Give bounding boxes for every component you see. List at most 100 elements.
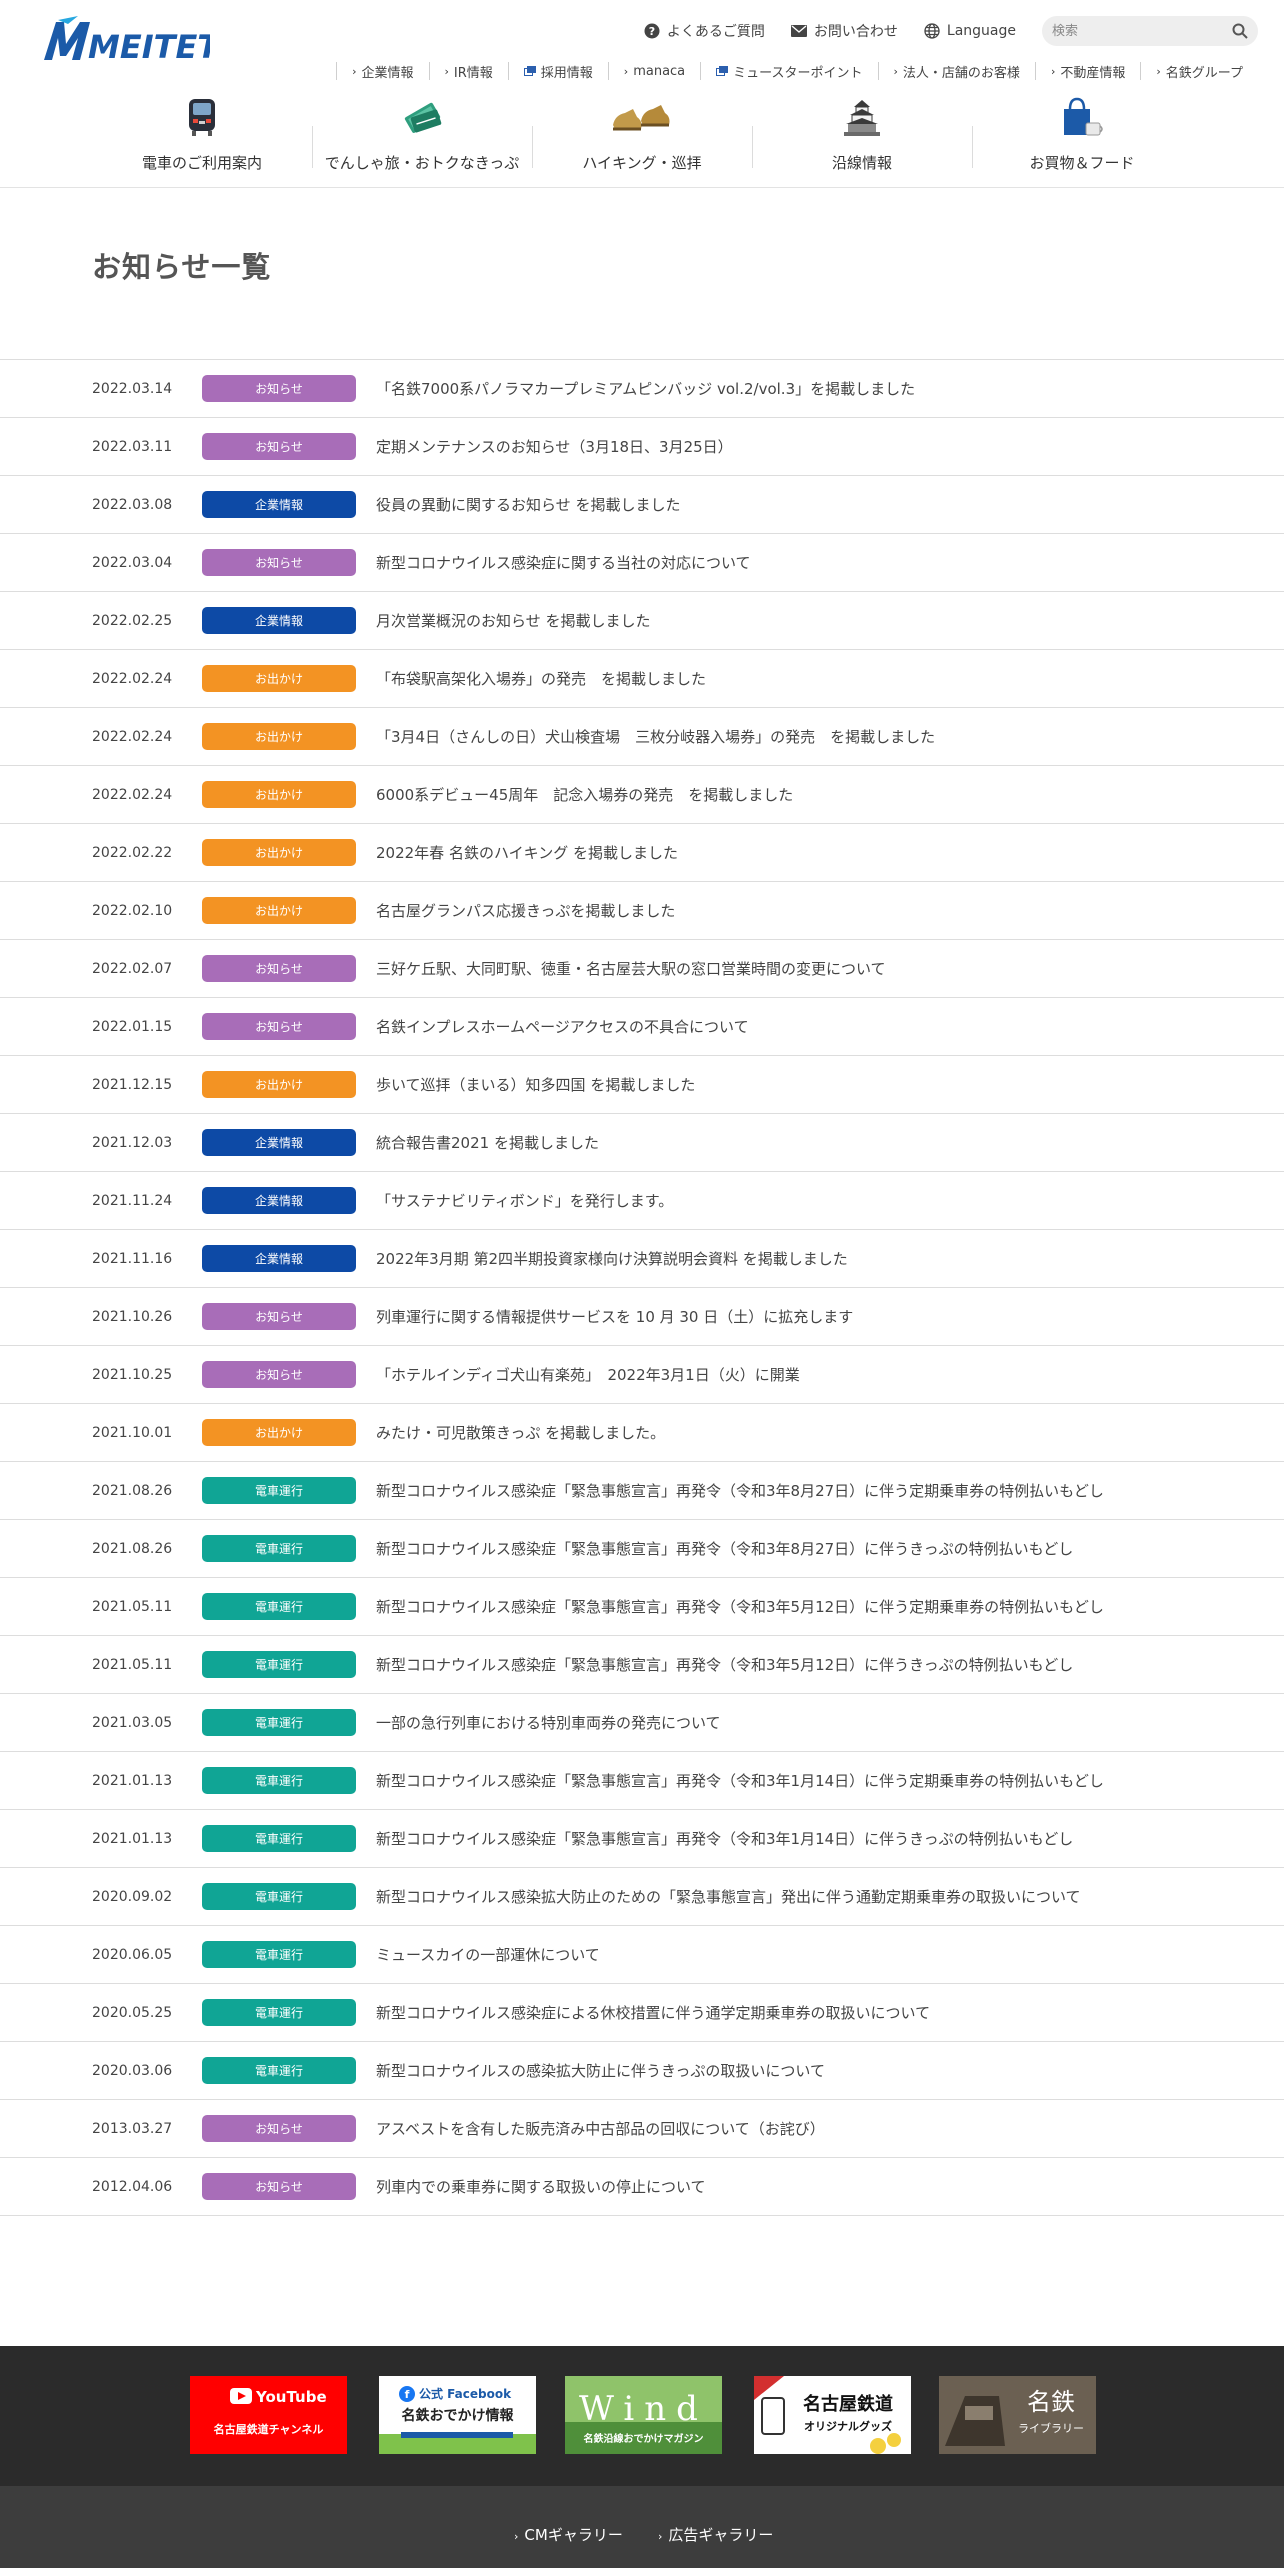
news-title-link[interactable]: 新型コロナウイルス感染症「緊急事態宣言」再発令（令和3年8月27日）に伴う定期乗… bbox=[376, 1480, 1104, 1501]
mainnav-shopping-food[interactable]: お買物＆フード bbox=[972, 90, 1192, 176]
news-row[interactable]: 2020.05.25 電車運行 新型コロナウイルス感染症による休校措置に伴う通学定期… bbox=[0, 1984, 1284, 2042]
original-goods-banner[interactable]: 名古屋鉄道 オリジナルグッズ bbox=[754, 2376, 911, 2454]
news-date: 2022.03.11 bbox=[92, 438, 173, 455]
news-title-link[interactable]: 三好ケ丘駅、大同町駅、徳重・名古屋芸大駅の窓口営業時間の変更について bbox=[376, 958, 886, 979]
news-title-link[interactable]: 列車内での乗車券に関する取扱いの停止について bbox=[376, 2176, 706, 2197]
wind-banner[interactable]: Wind 名鉄沿線おでかけマガジン bbox=[565, 2376, 722, 2454]
category-badge: 電車運行 bbox=[202, 1593, 356, 1620]
news-row[interactable]: 2022.02.25 企業情報 月次営業概況のお知らせ を掲載しました bbox=[0, 592, 1284, 650]
footer-link-label: CMギャラリー bbox=[524, 2526, 623, 2544]
news-row[interactable]: 2021.05.11 電車運行 新型コロナウイルス感染症「緊急事態宣言」再発令（令和… bbox=[0, 1636, 1284, 1694]
news-row[interactable]: 2022.03.11 お知らせ 定期メンテナンスのお知らせ（3月18日、3月25日） bbox=[0, 418, 1284, 476]
news-row[interactable]: 2021.05.11 電車運行 新型コロナウイルス感染症「緊急事態宣言」再発令（令和… bbox=[0, 1578, 1284, 1636]
news-row[interactable]: 2013.03.27 お知らせ アスベストを含有した販売済み中古部品の回収について（… bbox=[0, 2100, 1284, 2158]
faq-link[interactable]: ? よくあるご質問 bbox=[644, 21, 765, 41]
subnav-corporate[interactable]: › 企業情報 bbox=[336, 62, 428, 81]
news-title-link[interactable]: 新型コロナウイルス感染症「緊急事態宣言」再発令（令和3年8月27日）に伴うきっぷ… bbox=[376, 1538, 1073, 1559]
svg-text:f: f bbox=[405, 2388, 410, 2401]
news-title-link[interactable]: 2022年3月期 第2四半期投資家様向け決算説明会資料 を掲載しました bbox=[376, 1248, 848, 1269]
subnav-group[interactable]: › 名鉄グループ bbox=[1140, 62, 1258, 81]
news-title-link[interactable]: 新型コロナウイルスの感染拡大防止に伴うきっぷの取扱いについて bbox=[376, 2060, 825, 2081]
news-date: 2021.12.15 bbox=[92, 1076, 173, 1093]
meitetsu-logo[interactable]: MEITETSU bbox=[40, 14, 210, 66]
news-row[interactable]: 2021.10.25 お知らせ 「ホテルインディゴ犬山有楽苑」 2022年3月1日（… bbox=[0, 1346, 1284, 1404]
news-title-link[interactable]: 統合報告書2021 を掲載しました bbox=[376, 1132, 599, 1153]
news-row[interactable]: 2020.03.06 電車運行 新型コロナウイルスの感染拡大防止に伴うきっぷの取扱い… bbox=[0, 2042, 1284, 2100]
news-title-link[interactable]: 新型コロナウイルス感染症「緊急事態宣言」再発令（令和3年5月12日）に伴うきっぷ… bbox=[376, 1654, 1073, 1675]
news-title-link[interactable]: 月次営業概況のお知らせ を掲載しました bbox=[376, 610, 650, 631]
news-title-link[interactable]: 新型コロナウイルス感染症「緊急事態宣言」再発令（令和3年5月12日）に伴う定期乗… bbox=[376, 1596, 1104, 1617]
news-title-link[interactable]: 「3月4日（さんしの日）犬山検査場 三枚分岐器入場券」の発売 を掲載しました bbox=[376, 726, 935, 747]
news-title-link[interactable]: 2022年春 名鉄のハイキング を掲載しました bbox=[376, 842, 678, 863]
news-title-link[interactable]: 「ホテルインディゴ犬山有楽苑」 2022年3月1日（火）に開業 bbox=[376, 1364, 800, 1385]
subnav-recruit[interactable]: 採用情報 bbox=[507, 62, 608, 81]
news-row[interactable]: 2022.02.22 お出かけ 2022年春 名鉄のハイキング を掲載しました bbox=[0, 824, 1284, 882]
news-row[interactable]: 2021.01.13 電車運行 新型コロナウイルス感染症「緊急事態宣言」再発令（令和… bbox=[0, 1810, 1284, 1868]
mainnav-trip-tickets[interactable]: でんしゃ旅・おトクなきっぷ bbox=[312, 90, 532, 176]
mainnav-area-info[interactable]: 沿線情報 bbox=[752, 90, 972, 176]
news-row[interactable]: 2021.12.15 お出かけ 歩いて巡拝（まいる）知多四国 を掲載しました bbox=[0, 1056, 1284, 1114]
search-input[interactable] bbox=[1042, 16, 1258, 46]
news-row[interactable]: 2021.01.13 電車運行 新型コロナウイルス感染症「緊急事態宣言」再発令（令和… bbox=[0, 1752, 1284, 1810]
language-link[interactable]: Language bbox=[924, 23, 1016, 39]
youtube-banner[interactable]: YouTube 名古屋鉄道チャンネル bbox=[190, 2376, 347, 2454]
news-title-link[interactable]: 名鉄インプレスホームページアクセスの不具合について bbox=[376, 1016, 749, 1037]
news-row[interactable]: 2022.03.04 お知らせ 新型コロナウイルス感染症に関する当社の対応について bbox=[0, 534, 1284, 592]
news-row[interactable]: 2021.11.24 企業情報 「サステナビリティボンド」を発行します。 bbox=[0, 1172, 1284, 1230]
svg-text:公式 Facebook: 公式 Facebook bbox=[419, 2386, 512, 2401]
news-row[interactable]: 2022.03.14 お知らせ 「名鉄7000系パノラマカープレミアムピンバッジ v… bbox=[0, 360, 1284, 418]
news-row[interactable]: 2021.10.01 お出かけ みたけ・可児散策きっぷ を掲載しました。 bbox=[0, 1404, 1284, 1462]
subnav-label: 名鉄グループ bbox=[1165, 65, 1243, 81]
news-title-link[interactable]: 定期メンテナンスのお知らせ（3月18日、3月25日） bbox=[376, 436, 733, 457]
subnav-business[interactable]: › 法人・店舗のお客様 bbox=[877, 62, 1035, 81]
news-title-link[interactable]: 新型コロナウイルス感染症「緊急事態宣言」再発令（令和3年1月14日）に伴う定期乗… bbox=[376, 1770, 1104, 1791]
news-title-link[interactable]: みたけ・可児散策きっぷ を掲載しました。 bbox=[376, 1422, 665, 1443]
mainnav-train-guide[interactable]: 電車のご利用案内 bbox=[92, 90, 312, 176]
news-title-link[interactable]: 列車運行に関する情報提供サービスを 10 月 30 日（土）に拡充します bbox=[376, 1306, 853, 1327]
news-title-link[interactable]: 新型コロナウイルス感染症に関する当社の対応について bbox=[376, 552, 751, 573]
news-title-link[interactable]: 一部の急行列車における特別車両券の発売について bbox=[376, 1712, 721, 1733]
mainnav-hiking[interactable]: ハイキング・巡拝 bbox=[532, 90, 752, 176]
news-title-link[interactable]: ミュースカイの一部運休について bbox=[376, 1944, 600, 1965]
news-row[interactable]: 2020.06.05 電車運行 ミュースカイの一部運休について bbox=[0, 1926, 1284, 1984]
subnav-real-estate[interactable]: › 不動産情報 bbox=[1034, 62, 1140, 81]
news-row[interactable]: 2022.02.24 お出かけ 6000系デビュー45周年 記念入場券の発売 を掲載… bbox=[0, 766, 1284, 824]
news-title-link[interactable]: 新型コロナウイルス感染拡大防止のための「緊急事態宣言」発出に伴う通勤定期乗車券の… bbox=[376, 1886, 1081, 1907]
news-row[interactable]: 2021.08.26 電車運行 新型コロナウイルス感染症「緊急事態宣言」再発令（令和… bbox=[0, 1520, 1284, 1578]
footer-ad-gallery-link[interactable]: › 広告ギャラリー bbox=[658, 2524, 773, 2545]
news-row[interactable]: 2022.02.24 お出かけ 「3月4日（さんしの日）犬山検査場 三枚分岐器入場券… bbox=[0, 708, 1284, 766]
news-row[interactable]: 2021.11.16 企業情報 2022年3月期 第2四半期投資家様向け決算説明会資… bbox=[0, 1230, 1284, 1288]
news-title-link[interactable]: 歩いて巡拝（まいる）知多四国 を掲載しました bbox=[376, 1074, 695, 1095]
subnav-manaca[interactable]: › manaca bbox=[607, 62, 700, 80]
news-date: 2021.08.26 bbox=[92, 1482, 173, 1499]
news-row[interactable]: 2022.01.15 お知らせ 名鉄インプレスホームページアクセスの不具合について bbox=[0, 998, 1284, 1056]
news-row[interactable]: 2021.08.26 電車運行 新型コロナウイルス感染症「緊急事態宣言」再発令（令和… bbox=[0, 1462, 1284, 1520]
news-title-link[interactable]: アスベストを含有した販売済み中古部品の回収について（お詫び） bbox=[376, 2118, 825, 2139]
news-title-link[interactable]: 「サステナビリティボンド」を発行します。 bbox=[376, 1190, 673, 1211]
news-title-link[interactable]: 「布袋駅高架化入場券」の発売 を掲載しました bbox=[376, 668, 706, 689]
facebook-banner[interactable]: f 公式 Facebook 名鉄おでかけ情報 bbox=[379, 2376, 536, 2454]
news-title-link[interactable]: 6000系デビュー45周年 記念入場券の発売 を掲載しました bbox=[376, 784, 793, 805]
news-row[interactable]: 2020.09.02 電車運行 新型コロナウイルス感染拡大防止のための「緊急事態宣言… bbox=[0, 1868, 1284, 1926]
news-date: 2021.08.26 bbox=[92, 1540, 173, 1557]
news-row[interactable]: 2021.12.03 企業情報 統合報告書2021 を掲載しました bbox=[0, 1114, 1284, 1172]
subnav-mustar-point[interactable]: ミュースターポイント bbox=[700, 62, 877, 81]
contact-link[interactable]: お問い合わせ bbox=[790, 21, 898, 41]
library-banner[interactable]: 名鉄 ライブラリー bbox=[939, 2376, 1096, 2454]
subnav-ir[interactable]: › IR情報 bbox=[428, 62, 508, 81]
news-row[interactable]: 2022.02.24 お出かけ 「布袋駅高架化入場券」の発売 を掲載しました bbox=[0, 650, 1284, 708]
news-title-link[interactable]: 新型コロナウイルス感染症による休校措置に伴う通学定期乗車券の取扱いについて bbox=[376, 2002, 930, 2023]
news-title-link[interactable]: 「名鉄7000系パノラマカープレミアムピンバッジ vol.2/vol.3」を掲載… bbox=[376, 378, 915, 399]
news-title-link[interactable]: 役員の異動に関するお知らせ を掲載しました bbox=[376, 494, 680, 515]
news-title-link[interactable]: 名古屋グランパス応援きっぷを掲載しました bbox=[376, 900, 675, 921]
news-row[interactable]: 2012.04.06 お知らせ 列車内での乗車券に関する取扱いの停止について bbox=[0, 2158, 1284, 2216]
category-badge: 電車運行 bbox=[202, 1999, 356, 2026]
news-row[interactable]: 2022.02.10 お出かけ 名古屋グランパス応援きっぷを掲載しました bbox=[0, 882, 1284, 940]
news-row[interactable]: 2022.02.07 お知らせ 三好ケ丘駅、大同町駅、徳重・名古屋芸大駅の窓口営業時… bbox=[0, 940, 1284, 998]
footer-cm-gallery-link[interactable]: › CMギャラリー bbox=[514, 2524, 623, 2545]
search-icon[interactable] bbox=[1232, 23, 1248, 39]
news-row[interactable]: 2021.10.26 お知らせ 列車運行に関する情報提供サービスを 10 月 30 … bbox=[0, 1288, 1284, 1346]
news-row[interactable]: 2021.03.05 電車運行 一部の急行列車における特別車両券の発売について bbox=[0, 1694, 1284, 1752]
news-title-link[interactable]: 新型コロナウイルス感染症「緊急事態宣言」再発令（令和3年1月14日）に伴うきっぷ… bbox=[376, 1828, 1073, 1849]
news-row[interactable]: 2022.03.08 企業情報 役員の異動に関するお知らせ を掲載しました bbox=[0, 476, 1284, 534]
